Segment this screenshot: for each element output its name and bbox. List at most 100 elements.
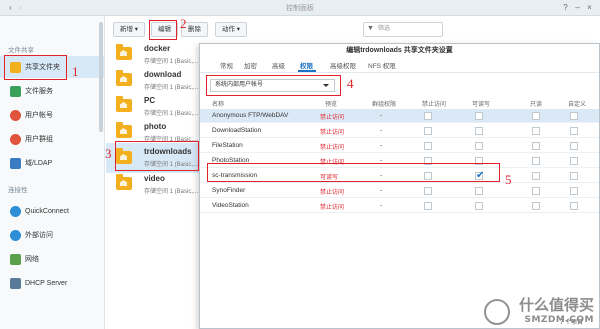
checkbox-readonly[interactable]: [532, 127, 540, 135]
sidebar-item-external-access[interactable]: 外部访问: [0, 224, 104, 246]
table-row[interactable]: VideoStation 禁止访问 -: [200, 199, 599, 213]
sidebar-item-domain-ldap[interactable]: 域/LDAP: [0, 152, 104, 174]
sidebar-item-network[interactable]: 网络: [0, 248, 104, 270]
column-header[interactable]: 预览: [325, 99, 337, 108]
table-row[interactable]: FileStation 禁止访问 -: [200, 139, 599, 153]
shared-folder-icon: [116, 44, 132, 60]
row-group-permission: -: [380, 202, 383, 209]
list-item[interactable]: docker 存储空间 1 (Basic,...: [106, 42, 206, 68]
sidebar-item-label: 外部访问: [25, 232, 53, 239]
folder-desc: 存储空间 1 (Basic,...: [144, 59, 199, 65]
checkbox-readwrite[interactable]: [475, 112, 483, 120]
divider: [200, 72, 599, 73]
list-item[interactable]: video 存储空间 1 (Basic,...: [106, 172, 206, 198]
column-header[interactable]: 群组权限: [372, 99, 396, 108]
table-row[interactable]: Anonymous FTP/WebDAV 禁止访问 -: [200, 109, 599, 123]
sidebar-item-user-account[interactable]: 用户帐号: [0, 104, 104, 126]
sidebar-item-quickconnect[interactable]: QuickConnect: [0, 200, 104, 222]
column-header[interactable]: 只读: [530, 99, 542, 108]
row-name: Anonymous FTP/WebDAV: [212, 112, 289, 119]
row-group-permission: -: [380, 127, 383, 134]
tab-encryption[interactable]: 加密: [244, 60, 257, 70]
sidebar-scrollbar[interactable]: [99, 22, 103, 132]
list-item[interactable]: PC 存储空间 1 (Basic,...: [106, 94, 206, 120]
tab-advanced[interactable]: 高级: [272, 60, 285, 70]
dialog-tabs: 常规 加密 高级 权限 高级权限 NFS 权限: [200, 59, 599, 71]
checkbox-custom[interactable]: [570, 187, 578, 195]
row-preview: 禁止访问: [320, 130, 345, 136]
checkbox-no-access[interactable]: [424, 142, 432, 150]
column-header[interactable]: 禁止访问: [422, 99, 446, 108]
shared-folder-list: docker 存储空间 1 (Basic,... download 存储空间 1…: [106, 42, 206, 329]
annotation-number-4: 4: [347, 76, 354, 91]
table-row[interactable]: DownloadStation 禁止访问 -: [200, 124, 599, 138]
sidebar-item-label: 用户帐号: [25, 112, 53, 119]
watermark-logo-icon: [484, 299, 510, 325]
row-name: FileStation: [212, 142, 243, 149]
annotation-number-5: 5: [505, 172, 512, 187]
folder-desc: 存储空间 1 (Basic,...: [144, 189, 199, 195]
checkbox-readwrite[interactable]: [475, 202, 483, 210]
checkbox-readwrite[interactable]: [475, 127, 483, 135]
user-icon: [10, 109, 21, 121]
annotation-box-3: [115, 141, 199, 171]
filter-input[interactable]: 筛选: [363, 22, 443, 37]
checkbox-custom[interactable]: [570, 157, 578, 165]
checkbox-no-access[interactable]: [424, 187, 432, 195]
column-header[interactable]: 名称: [212, 99, 224, 108]
shared-folder-icon: [116, 174, 132, 190]
checkbox-custom[interactable]: [570, 112, 578, 120]
checkbox-no-access[interactable]: [424, 127, 432, 135]
tab-general[interactable]: 常规: [220, 60, 233, 70]
checkbox-readonly[interactable]: [532, 157, 540, 165]
tab-nfs-permissions[interactable]: NFS 权限: [368, 60, 396, 70]
network-icon: [10, 253, 21, 265]
table-row[interactable]: SynoFinder 禁止访问 -: [200, 184, 599, 198]
sidebar-item-user-group[interactable]: 用户群组: [0, 128, 104, 150]
column-header[interactable]: 自定义: [568, 99, 586, 108]
sidebar-item-file-service[interactable]: 文件服务: [0, 80, 104, 102]
row-preview: 禁止访问: [320, 115, 345, 121]
row-name: VideoStation: [212, 202, 249, 209]
checkbox-custom[interactable]: [570, 172, 578, 180]
checkbox-custom[interactable]: [570, 142, 578, 150]
checkbox-no-access[interactable]: [424, 202, 432, 210]
tab-advanced-permissions[interactable]: 高级权限: [330, 60, 356, 70]
checkbox-readonly[interactable]: [532, 172, 540, 180]
globe-icon: [10, 229, 21, 241]
new-button[interactable]: 新增 ▾: [113, 22, 146, 37]
checkbox-custom[interactable]: [570, 127, 578, 135]
filter-icon: ▼: [367, 25, 374, 32]
checkbox-readonly[interactable]: [532, 112, 540, 120]
checkbox-readonly[interactable]: [532, 142, 540, 150]
back-icon[interactable]: ‹: [6, 3, 15, 12]
tab-permissions[interactable]: 权限: [300, 60, 313, 70]
column-header[interactable]: 可读写: [472, 99, 490, 108]
checkbox-no-access[interactable]: [424, 112, 432, 120]
row-preview: 禁止访问: [320, 205, 345, 211]
checkbox-custom[interactable]: [570, 202, 578, 210]
row-group-permission: -: [380, 187, 383, 194]
checkbox-readwrite[interactable]: [475, 142, 483, 150]
checkbox-readonly[interactable]: [532, 187, 540, 195]
annotation-box-4: [206, 75, 341, 96]
watermark-text: 什么值得买: [518, 296, 594, 314]
list-item[interactable]: download 存储空间 1 (Basic,...: [106, 68, 206, 94]
minimize-icon[interactable]: –: [573, 3, 582, 12]
permissions-table-header: 名称 预览 群组权限 禁止访问 可读写 只读 自定义: [200, 99, 599, 109]
help-icon[interactable]: ?: [561, 3, 570, 12]
sidebar-section-file-sharing: 文件共享: [8, 47, 34, 54]
close-icon[interactable]: ×: [585, 3, 594, 12]
dhcp-icon: [10, 277, 21, 289]
annotation-number-3: 3: [105, 146, 112, 161]
annotation-number-2: 2: [180, 16, 187, 31]
action-button[interactable]: 动作 ▾: [215, 22, 248, 37]
forward-icon[interactable]: ›: [16, 3, 25, 12]
row-group-permission: -: [380, 142, 383, 149]
folder-name: PC: [144, 96, 156, 105]
row-name: DownloadStation: [212, 127, 262, 134]
checkbox-readonly[interactable]: [532, 202, 540, 210]
checkbox-readwrite[interactable]: [475, 187, 483, 195]
sidebar-item-dhcp-server[interactable]: DHCP Server: [0, 272, 104, 294]
window-titlebar: 控制面板 ‹ › ? – ×: [0, 0, 600, 16]
